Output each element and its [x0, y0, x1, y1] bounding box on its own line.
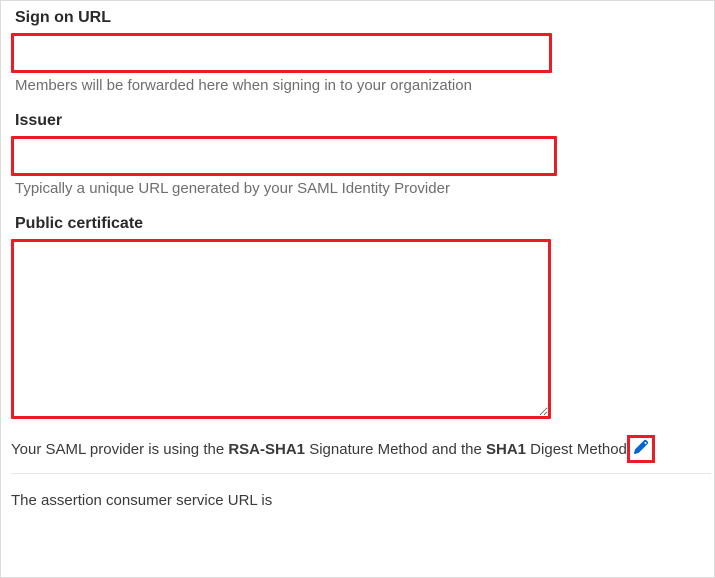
edit-provider-button[interactable] — [627, 435, 655, 463]
issuer-label: Issuer — [11, 112, 704, 130]
issuer-input-wrap — [11, 136, 557, 176]
provider-signature-method: RSA-SHA1 — [228, 441, 305, 458]
certificate-input-wrap — [11, 239, 551, 419]
provider-info-mid2: Digest Method — [526, 441, 627, 458]
certificate-label: Public certificate — [11, 215, 704, 233]
signon-url-group: Sign on URL Members will be forwarded he… — [11, 9, 704, 94]
signon-url-input-wrap — [11, 33, 552, 73]
pencil-icon — [633, 439, 649, 459]
saml-settings-panel: Sign on URL Members will be forwarded he… — [0, 0, 715, 578]
certificate-textarea[interactable] — [14, 242, 548, 416]
issuer-input[interactable] — [14, 139, 554, 173]
signon-url-hint: Members will be forwarded here when sign… — [11, 77, 704, 94]
certificate-group: Public certificate — [11, 215, 704, 419]
provider-info-line: Your SAML provider is using the RSA-SHA1… — [11, 435, 715, 463]
issuer-group: Issuer Typically a unique URL generated … — [11, 112, 704, 197]
signon-url-label: Sign on URL — [11, 9, 704, 27]
provider-info-prefix: Your SAML provider is using the — [11, 441, 228, 458]
signon-url-input[interactable] — [14, 36, 549, 70]
provider-digest-method: SHA1 — [486, 441, 526, 458]
issuer-hint: Typically a unique URL generated by your… — [11, 180, 704, 197]
assertion-consumer-url-line: The assertion consumer service URL is — [11, 492, 704, 509]
provider-info-mid1: Signature Method and the — [305, 441, 486, 458]
section-divider — [11, 473, 711, 474]
